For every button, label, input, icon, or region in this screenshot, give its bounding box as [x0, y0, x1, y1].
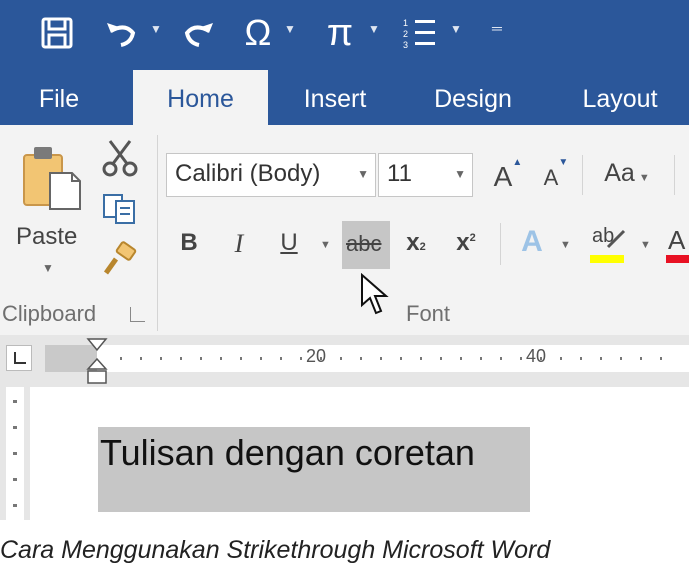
font-size-separator — [582, 155, 583, 195]
superscript-mark: 2 — [469, 232, 476, 244]
arrow-down-icon: ▼ — [558, 157, 569, 168]
strikethrough-button[interactable]: abc — [342, 221, 390, 269]
grow-font-button[interactable]: A ▲ — [486, 157, 523, 193]
subscript-mark: 2 — [419, 241, 426, 253]
change-case-button[interactable]: Aa ▼ — [596, 159, 658, 188]
font-family-value: Calibri (Body) — [175, 160, 321, 187]
font-group-label: Font — [406, 301, 451, 326]
text-effects-button[interactable]: A — [514, 225, 550, 259]
font-size-select[interactable]: 11 ▼ — [378, 153, 473, 197]
tab-selector-icon[interactable] — [6, 345, 32, 371]
superscript-label: x — [456, 229, 470, 256]
vertical-ruler-ticks — [13, 400, 17, 510]
change-case-icon: Aa — [604, 159, 635, 187]
undo-dropdown-icon[interactable]: ▼ — [150, 22, 162, 36]
superscript-button[interactable]: x2 — [448, 229, 484, 257]
font-family-select[interactable]: Calibri (Body) ▼ — [166, 153, 376, 197]
pen-icon — [606, 229, 626, 249]
paste-icon — [23, 147, 81, 210]
arrow-up-icon: ▲ — [512, 157, 523, 168]
font-color-button[interactable]: A — [664, 225, 689, 265]
indent-marker-icon[interactable] — [86, 337, 108, 385]
subscript-label: x — [406, 229, 420, 256]
tab-layout[interactable]: Layout — [565, 70, 675, 125]
tab-file[interactable]: File — [18, 70, 100, 125]
chevron-down-icon: ▼ — [454, 167, 466, 181]
paste-dropdown-icon[interactable]: ▼ — [42, 261, 54, 275]
symbol-dropdown-icon[interactable]: ▼ — [284, 22, 296, 36]
svg-text:2: 2 — [403, 29, 408, 39]
case-separator — [674, 155, 675, 195]
tab-home[interactable]: Home — [133, 70, 268, 125]
font-color-bar — [666, 255, 689, 263]
redo-icon[interactable] — [178, 8, 220, 58]
grow-font-icon: A — [493, 161, 513, 192]
undo-icon[interactable] — [100, 8, 142, 58]
cut-icon[interactable] — [100, 137, 140, 182]
shrink-font-icon: A — [543, 165, 559, 190]
customize-qat-icon[interactable]: ═ — [492, 20, 502, 36]
text-effects-dropdown-icon[interactable]: ▼ — [560, 239, 571, 251]
numbered-list-icon[interactable]: 123 — [398, 8, 440, 58]
shrink-font-button[interactable]: A ▼ — [534, 157, 569, 191]
equation-dropdown-icon[interactable]: ▼ — [368, 22, 380, 36]
paste-button[interactable]: Paste ▼ — [12, 143, 90, 293]
list-dropdown-icon[interactable]: ▼ — [450, 22, 462, 36]
bold-button[interactable]: B — [172, 229, 206, 257]
ribbon-tabs: File Home Insert Design Layout — [0, 70, 689, 125]
font-color-icon: A — [668, 225, 686, 255]
highlight-button[interactable]: ab — [586, 225, 630, 265]
paste-label: Paste — [16, 223, 78, 250]
font-size-value: 11 — [387, 160, 412, 187]
omega-symbol-icon[interactable]: Ω — [236, 8, 280, 58]
pi-equation-icon[interactable]: π — [318, 8, 362, 58]
quick-access-toolbar: ▼ Ω ▼ π ▼ 123 ▼ ═ — [0, 0, 689, 70]
strikethrough-label: abc — [346, 231, 382, 256]
underline-dropdown-icon[interactable]: ▼ — [320, 239, 331, 251]
document-text[interactable]: Tulisan dengan coretan — [100, 432, 475, 474]
image-caption: Cara Menggunakan Strikethrough Microsoft… — [0, 536, 551, 564]
tab-insert[interactable]: Insert — [285, 70, 385, 125]
highlight-color-bar — [590, 255, 624, 263]
mouse-cursor-icon — [361, 273, 389, 315]
save-icon[interactable] — [36, 8, 78, 58]
highlight-dropdown-icon[interactable]: ▼ — [640, 239, 651, 251]
ribbon-home: Paste ▼ Clipboard Calibri (Body) ▼ 11 ▼ … — [0, 125, 689, 335]
clipboard-separator — [157, 135, 158, 331]
copy-icon[interactable] — [100, 191, 140, 232]
italic-button[interactable]: I — [222, 229, 256, 259]
effects-separator — [500, 223, 501, 265]
clipboard-group-label: Clipboard — [2, 301, 97, 326]
svg-text:3: 3 — [403, 40, 408, 50]
underline-button[interactable]: U — [272, 229, 306, 257]
chevron-down-icon: ▼ — [638, 172, 650, 184]
subscript-button[interactable]: x2 — [398, 229, 434, 257]
chevron-down-icon: ▼ — [357, 167, 369, 181]
svg-text:1: 1 — [403, 18, 408, 28]
ruler-ticks — [120, 355, 680, 363]
tab-design[interactable]: Design — [418, 70, 528, 125]
clipboard-dialog-launcher-icon[interactable] — [130, 307, 145, 322]
format-painter-icon[interactable] — [100, 241, 140, 282]
